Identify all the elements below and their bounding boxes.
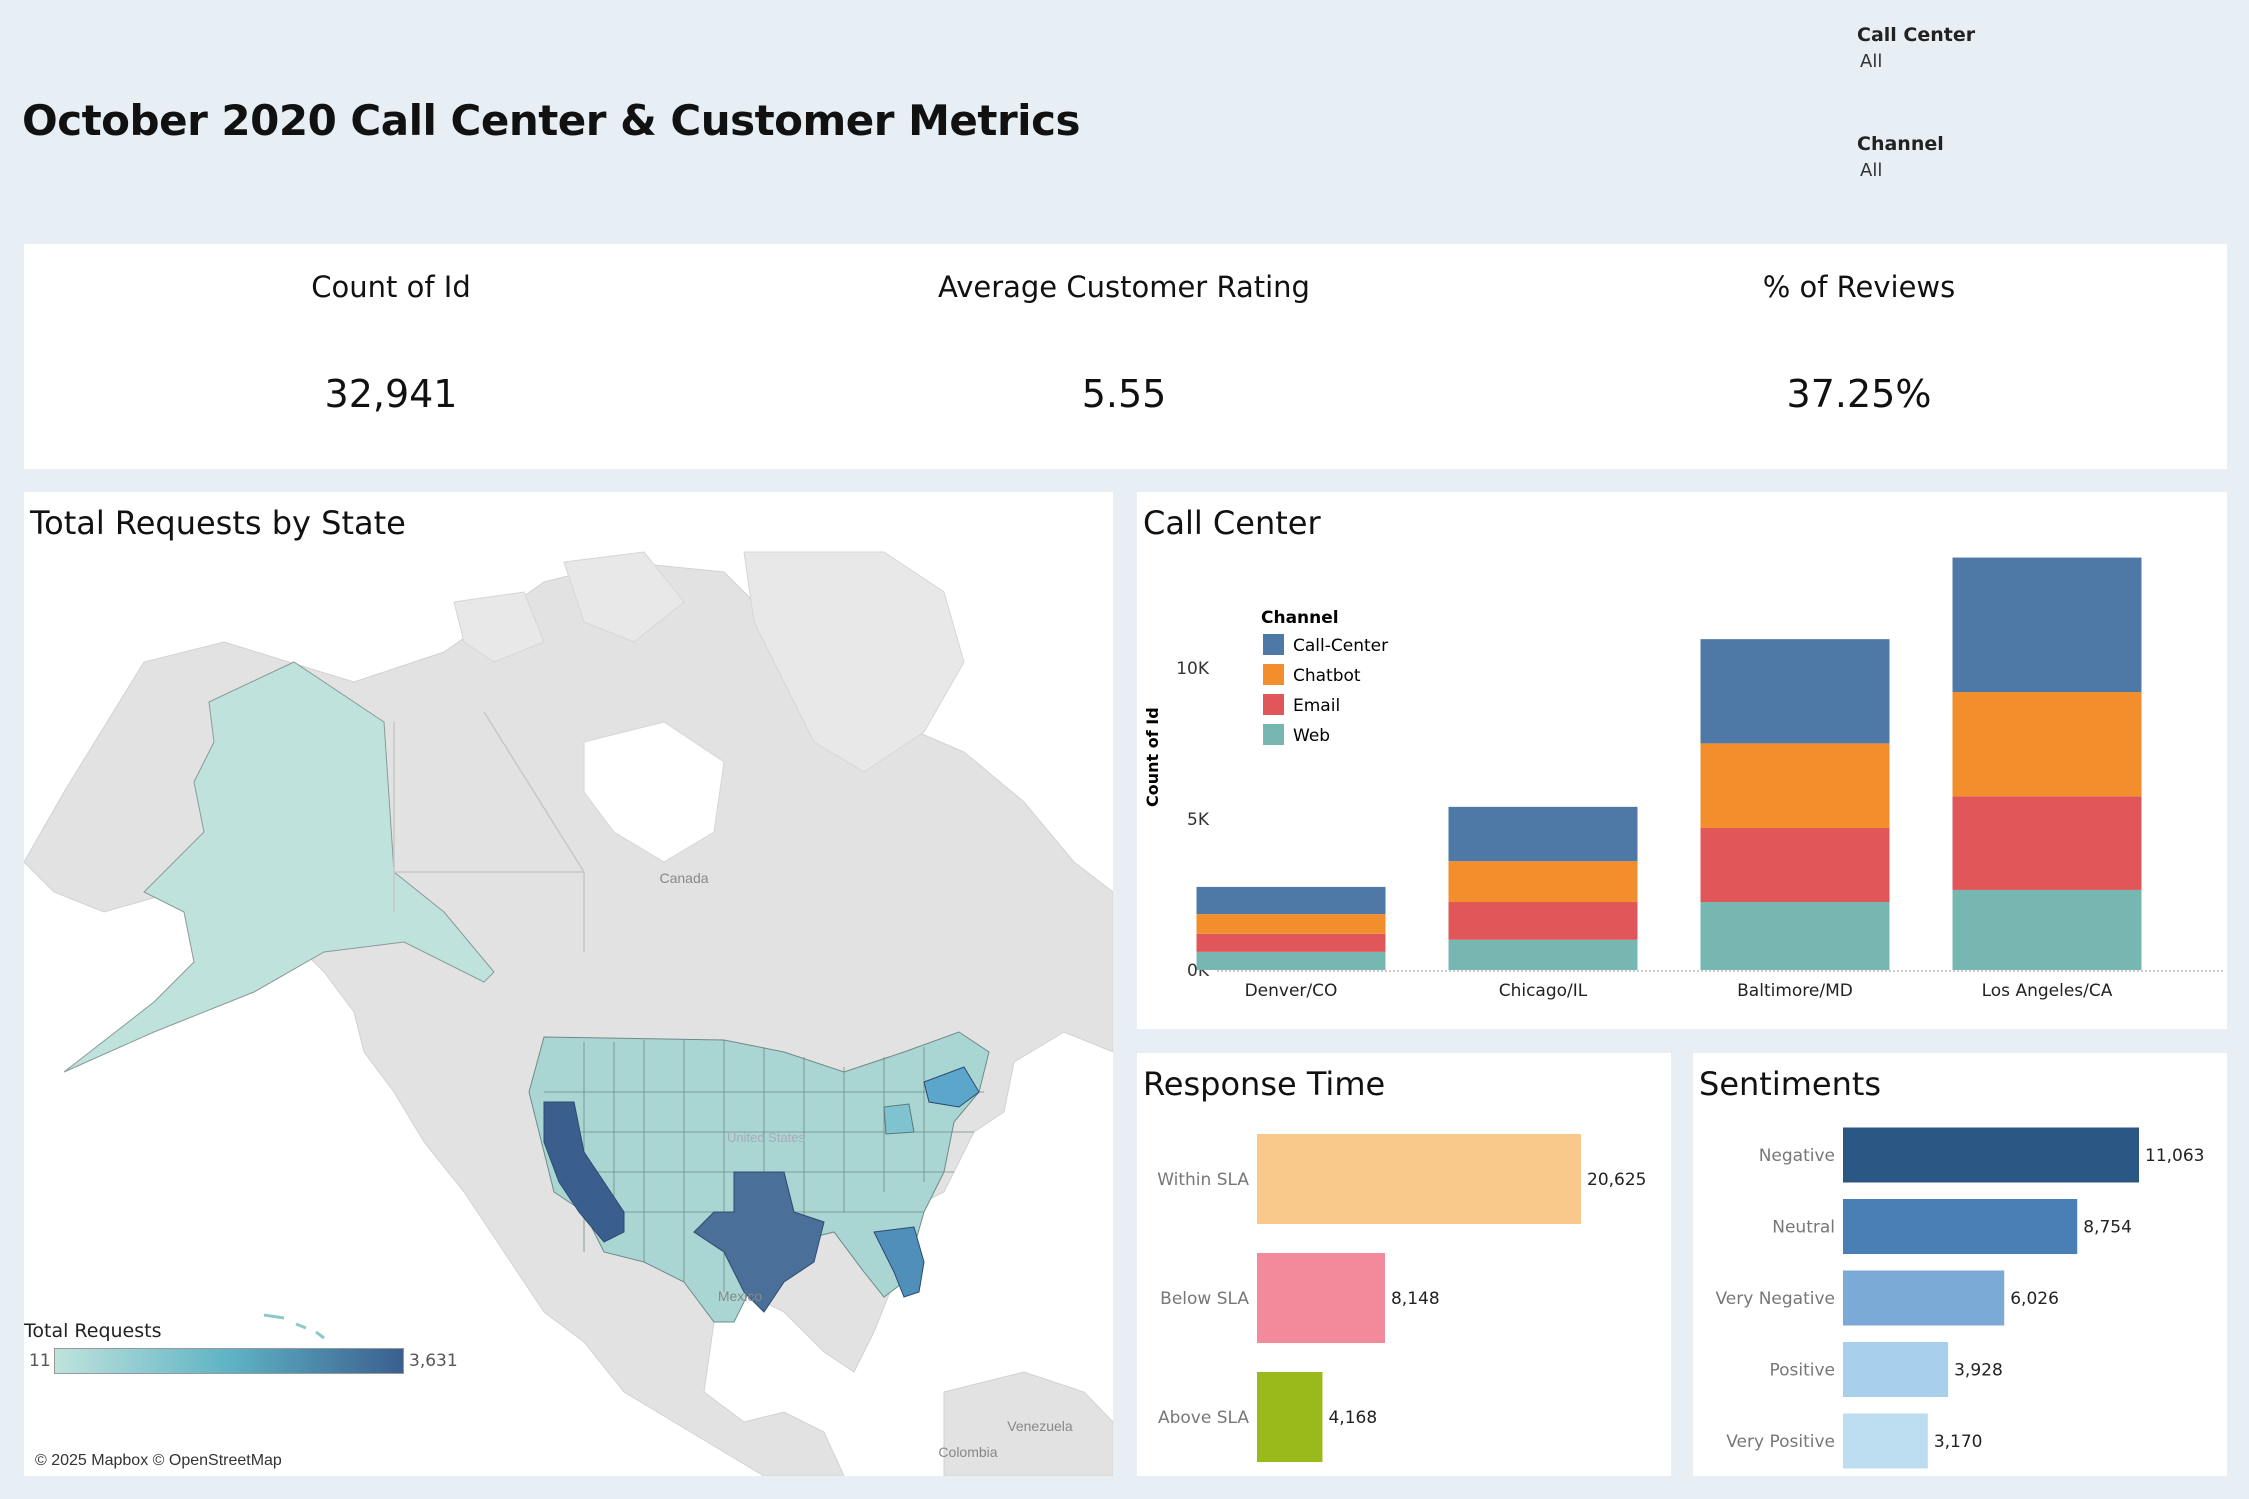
bar-baltimore-md-web[interactable] <box>1700 902 1890 970</box>
value-label-within-sla: 20,625 <box>1587 1170 1646 1190</box>
value-label-below-sla: 8,148 <box>1391 1289 1440 1309</box>
bar-above-sla[interactable] <box>1257 1372 1323 1462</box>
legend-swatch-web <box>1263 724 1284 745</box>
kpi-count-label: Count of Id <box>311 270 471 304</box>
value-label-very-negative: 6,026 <box>2010 1289 2059 1309</box>
bar-chicago-il-web[interactable] <box>1448 939 1638 970</box>
bar-denver-co-web[interactable] <box>1196 951 1386 970</box>
y-tick-label: 5K <box>1187 810 1210 830</box>
call-center-chart[interactable]: 0K5K10KDenver/CO Chicago/IL Baltimore/MD Lo… <box>1137 492 2227 1029</box>
x-tick-label: Chicago/IL <box>1499 981 1588 1001</box>
label-united-states: United States <box>727 1130 806 1145</box>
map-svg[interactable]: Canada United States Mexico Venezuela Co… <box>24 492 1113 1476</box>
kpi-count-value: 32,941 <box>324 372 458 416</box>
bar-very-positive[interactable] <box>1843 1413 1928 1469</box>
category-label-below-sla: Below SLA <box>1160 1289 1249 1309</box>
legend-title: Channel <box>1261 608 1339 628</box>
sentiments-chart[interactable]: Negative 11,063 Neutral 8,754 Very Negative 6… <box>1693 1053 2227 1476</box>
bar-baltimore-md-email[interactable] <box>1700 827 1890 903</box>
legend-label-web: Web <box>1293 726 1330 746</box>
category-label-above-sla: Above SLA <box>1158 1408 1249 1428</box>
label-canada: Canada <box>659 870 708 886</box>
category-label-neutral: Neutral <box>1772 1218 1835 1238</box>
filter-channel[interactable]: Channel All <box>1857 133 1944 181</box>
filter-call-center-label: Call Center <box>1857 24 1976 46</box>
kpi-rating-label: Average Customer Rating <box>938 270 1310 304</box>
filter-channel-value[interactable]: All <box>1860 160 1944 181</box>
category-label-within-sla: Within SLA <box>1157 1170 1249 1190</box>
bar-very-negative[interactable] <box>1843 1270 2005 1326</box>
category-label-positive: Positive <box>1769 1361 1835 1381</box>
bar-los-angeles-ca-web[interactable] <box>1952 889 2142 970</box>
kpi-reviews-label: % of Reviews <box>1762 270 1956 304</box>
filter-call-center[interactable]: Call Center All <box>1857 24 1975 72</box>
category-label-very-positive: Very Positive <box>1726 1432 1835 1452</box>
map-legend-min: 11 <box>29 1351 51 1371</box>
response-time-chart[interactable]: Within SLA 20,625 Below SLA 8,148 Above SLA 4… <box>1137 1053 1671 1476</box>
x-tick-label: Denver/CO <box>1245 981 1338 1001</box>
bar-los-angeles-ca-call-center[interactable] <box>1952 557 2142 693</box>
label-venezuela: Venezuela <box>1007 1418 1073 1434</box>
kpi-rating-value: 5.55 <box>1081 372 1167 416</box>
category-label-negative: Negative <box>1759 1146 1835 1166</box>
filter-channel-label: Channel <box>1857 133 1944 155</box>
value-label-neutral: 8,754 <box>2083 1218 2132 1238</box>
value-label-positive: 3,928 <box>1954 1361 2003 1381</box>
x-tick-label: Baltimore/MD <box>1737 981 1853 1001</box>
bar-chicago-il-call-center[interactable] <box>1448 806 1638 862</box>
label-colombia: Colombia <box>938 1444 997 1460</box>
bar-negative[interactable] <box>1843 1127 2139 1183</box>
bar-denver-co-call-center[interactable] <box>1196 886 1386 915</box>
call-center-panel: Call Center 0K 5K 10K Denver/CO Chicago/IL Ba… <box>1137 492 2227 1029</box>
bar-los-angeles-ca-email[interactable] <box>1952 796 2142 890</box>
category-label-very-negative: Very Negative <box>1715 1289 1835 1309</box>
sentiments-panel: Sentiments Negative 11,063 Neutral 8,754 Ver… <box>1693 1053 2227 1476</box>
bar-below-sla[interactable] <box>1257 1253 1385 1343</box>
bar-chicago-il-chatbot[interactable] <box>1448 861 1638 903</box>
bar-chicago-il-email[interactable] <box>1448 902 1638 940</box>
legend-label-call-center: Call-Center <box>1293 636 1388 656</box>
legend-label-email: Email <box>1293 696 1340 716</box>
legend-swatch-email <box>1263 694 1284 715</box>
bar-denver-co-chatbot[interactable] <box>1196 914 1386 934</box>
legend-swatch-call-center <box>1263 634 1284 655</box>
legend-label-chatbot: Chatbot <box>1293 666 1361 686</box>
map-title: Total Requests by State <box>30 504 414 542</box>
map-panel[interactable]: Canada United States Mexico Venezuela Co… <box>24 492 1113 1476</box>
x-tick-label: Los Angeles/CA <box>1982 981 2113 1001</box>
label-mexico: Mexico <box>718 1288 763 1304</box>
map-legend-max: 3,631 <box>409 1351 458 1371</box>
call-center-legend: Channel Call-Center Chatbot Email Web <box>1261 608 1388 746</box>
bar-within-sla[interactable] <box>1257 1134 1581 1224</box>
response-time-panel: Response Time Within SLA 20,625 Below SLA 8… <box>1137 1053 1671 1476</box>
value-label-negative: 11,063 <box>2145 1146 2204 1166</box>
value-label-above-sla: 4,168 <box>1328 1408 1377 1428</box>
legend-swatch-chatbot <box>1263 664 1284 685</box>
kpi-reviews-value: 37.25% <box>1786 372 1932 416</box>
dashboard-title: October 2020 Call Center & Customer Metr… <box>22 96 1080 145</box>
bar-neutral[interactable] <box>1843 1199 2078 1254</box>
map-attribution[interactable]: © 2025 Mapbox © OpenStreetMap <box>35 1452 282 1470</box>
bar-denver-co-email[interactable] <box>1196 933 1386 952</box>
bar-baltimore-md-chatbot[interactable] <box>1700 743 1890 828</box>
ohio-state[interactable] <box>883 1103 915 1135</box>
map-legend-gradient <box>54 1348 404 1374</box>
y-axis-label: Count of Id <box>1143 707 1162 807</box>
bar-los-angeles-ca-chatbot[interactable] <box>1952 692 2142 797</box>
kpi-panel: Count of Id 32,941 Average Customer Rati… <box>24 244 2227 469</box>
value-label-very-positive: 3,170 <box>1934 1432 1983 1452</box>
map-legend-title: Total Requests <box>24 1320 162 1342</box>
y-tick-label: 10K <box>1176 659 1210 679</box>
bar-baltimore-md-call-center[interactable] <box>1700 639 1890 744</box>
filter-call-center-value[interactable]: All <box>1860 51 1975 72</box>
bar-positive[interactable] <box>1843 1342 1949 1397</box>
